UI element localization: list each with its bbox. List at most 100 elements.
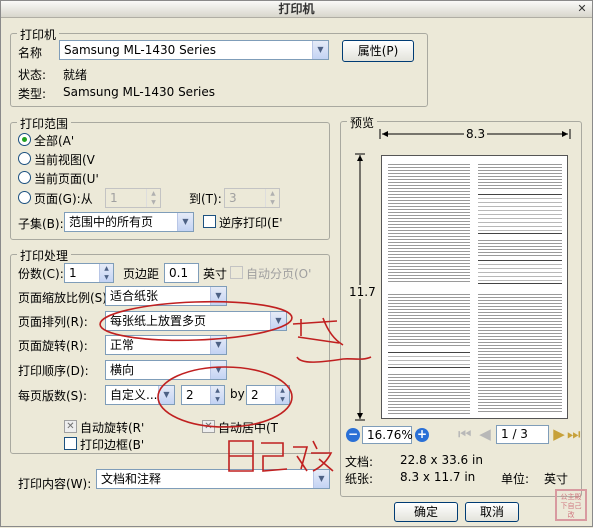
- printer-select-value: Samsung ML-1430 Series: [64, 43, 216, 57]
- subset-select[interactable]: 范围中的所有页 ▼: [64, 212, 194, 232]
- preview-height-label: 11.7: [349, 285, 376, 299]
- chevron-down-icon: ▼: [270, 312, 286, 330]
- printer-select[interactable]: Samsung ML-1430 Series ▼: [59, 40, 329, 60]
- preview-legend: 预览: [347, 114, 378, 131]
- subset-select-value: 范围中的所有页: [69, 215, 154, 229]
- columns-field[interactable]: 2 ▲ ▼: [181, 385, 225, 405]
- chevron-down-icon: ▼: [158, 386, 174, 404]
- chevron-down-icon: ▼: [177, 213, 193, 231]
- margin-value: 0.1: [169, 266, 189, 280]
- unit-value: 英寸: [544, 472, 569, 486]
- rows-field[interactable]: 2 ▲ ▼: [246, 385, 290, 405]
- chevron-down-icon: ▼: [313, 470, 329, 488]
- order-label: 打印顺序(D):: [18, 364, 89, 378]
- margin-field[interactable]: 0.1: [164, 263, 199, 283]
- reverse-order-label[interactable]: 逆序打印(E': [219, 214, 283, 231]
- collate-checkbox: [230, 266, 243, 279]
- arrangement-label: 页面排列(R):: [18, 315, 88, 329]
- printer-status-label: 状态:: [18, 68, 47, 82]
- paper-size-value: 8.3 x 11.7 in: [400, 470, 476, 484]
- copies-field[interactable]: 1 ▲ ▼: [64, 263, 114, 283]
- range-all-label[interactable]: 全部(A': [34, 132, 74, 149]
- range-all-radio[interactable]: [18, 133, 31, 146]
- by-label: by: [230, 387, 245, 401]
- range-current-view-label[interactable]: 当前视图(V: [34, 151, 95, 168]
- mini-page-content: [478, 162, 562, 190]
- margin-unit: 英寸: [203, 267, 228, 281]
- range-current-page-label[interactable]: 当前页面(U': [34, 170, 99, 187]
- ok-button[interactable]: 确定: [394, 502, 458, 522]
- zoom-out-button[interactable]: −: [346, 428, 360, 442]
- mini-page-content: [478, 238, 562, 258]
- rotation-select[interactable]: 正常 ▼: [105, 335, 227, 355]
- copies-label: 份数(C):: [18, 267, 64, 281]
- range-from-field: 1 ▲ ▼: [105, 188, 161, 208]
- range-current-page-radio[interactable]: [18, 171, 31, 184]
- unit-label: 单位:: [501, 472, 530, 486]
- copies-value: 1: [69, 266, 77, 280]
- spinner-icon: ▲ ▼: [146, 189, 160, 207]
- auto-rotate-checkbox[interactable]: ✕: [64, 420, 77, 433]
- properties-button[interactable]: 属性(P): [342, 40, 414, 62]
- seal-stamp: 公主殿 下自己改: [555, 489, 587, 521]
- print-content-select[interactable]: 文档和注释 ▼: [96, 469, 330, 489]
- page-value: 1 / 3: [501, 427, 528, 441]
- range-current-view-radio[interactable]: [18, 152, 31, 165]
- printer-name-label: 名称: [18, 46, 43, 60]
- print-content-value: 文档和注释: [101, 472, 162, 486]
- close-icon[interactable]: ✕: [574, 2, 590, 16]
- chevron-down-icon: ▼: [210, 361, 226, 379]
- columns-value: 2: [186, 388, 194, 402]
- auto-center-checkbox[interactable]: ✕: [202, 420, 215, 433]
- spinner-icon: ▲ ▼: [265, 189, 279, 207]
- print-border-checkbox[interactable]: [64, 437, 77, 450]
- spinner-icon[interactable]: ▲ ▼: [275, 386, 289, 404]
- first-page-icon[interactable]: ⏮: [458, 426, 472, 443]
- auto-rotate-label[interactable]: 自动旋转(R': [80, 419, 144, 436]
- page-field[interactable]: 1 / 3: [496, 425, 549, 444]
- chevron-down-icon: ▼: [210, 336, 226, 354]
- paper-size-label: 纸张:: [345, 472, 374, 486]
- range-to-field: 3 ▲ ▼: [224, 188, 280, 208]
- scaling-select[interactable]: 适合纸张 ▼: [105, 286, 227, 306]
- range-from-value: 1: [110, 191, 118, 205]
- mini-page-table: [388, 352, 470, 368]
- last-page-icon[interactable]: ⏭: [567, 426, 581, 443]
- range-pages-radio[interactable]: [18, 191, 31, 204]
- printer-type-label: 类型:: [18, 87, 47, 101]
- pages-per-sheet-select[interactable]: 自定义... ▼: [105, 385, 175, 405]
- chevron-down-icon: ▼: [312, 41, 328, 59]
- doc-size-value: 22.8 x 33.6 in: [400, 453, 483, 467]
- print-dialog: 打印机 ✕ 打印机 名称 Samsung ML-1430 Series ▼ 属性…: [0, 0, 593, 527]
- range-pages-label[interactable]: 页面(G):从: [34, 190, 93, 207]
- print-range-legend: 打印范围: [17, 115, 72, 132]
- preview-width-label: 8.3: [464, 127, 488, 141]
- mini-page-content: [388, 292, 470, 348]
- order-select-value: 横向: [110, 363, 135, 377]
- preview-page: [381, 155, 568, 419]
- print-handling-legend: 打印处理: [17, 247, 72, 264]
- mini-page-content: [478, 292, 562, 414]
- printer-legend: 打印机: [17, 26, 60, 43]
- arrangement-select[interactable]: 每张纸上放置多页 ▼: [105, 311, 287, 331]
- chevron-down-icon: ▼: [210, 287, 226, 305]
- reverse-order-checkbox[interactable]: [203, 215, 216, 228]
- mini-page-table: [478, 260, 562, 284]
- auto-center-label[interactable]: 自动居中(T: [218, 419, 278, 436]
- mini-page-content: [388, 372, 470, 414]
- print-content-label: 打印内容(W):: [18, 477, 92, 491]
- rows-value: 2: [251, 388, 259, 402]
- print-border-label[interactable]: 打印边框(B': [80, 436, 144, 453]
- scaling-select-value: 适合纸张: [110, 289, 159, 303]
- order-select[interactable]: 横向 ▼: [105, 360, 227, 380]
- spinner-icon[interactable]: ▲ ▼: [99, 264, 113, 282]
- zoom-value: 16.76%: [367, 428, 413, 442]
- next-page-icon[interactable]: ▶: [553, 426, 565, 443]
- prev-page-icon[interactable]: ◀: [479, 426, 491, 443]
- cancel-button[interactable]: 取消: [465, 502, 519, 522]
- spinner-icon[interactable]: ▲ ▼: [210, 386, 224, 404]
- scaling-label: 页面缩放比例(S):: [18, 291, 112, 305]
- zoom-field[interactable]: 16.76%: [362, 426, 413, 444]
- zoom-in-button[interactable]: +: [415, 428, 429, 442]
- subset-label: 子集(B):: [18, 217, 64, 231]
